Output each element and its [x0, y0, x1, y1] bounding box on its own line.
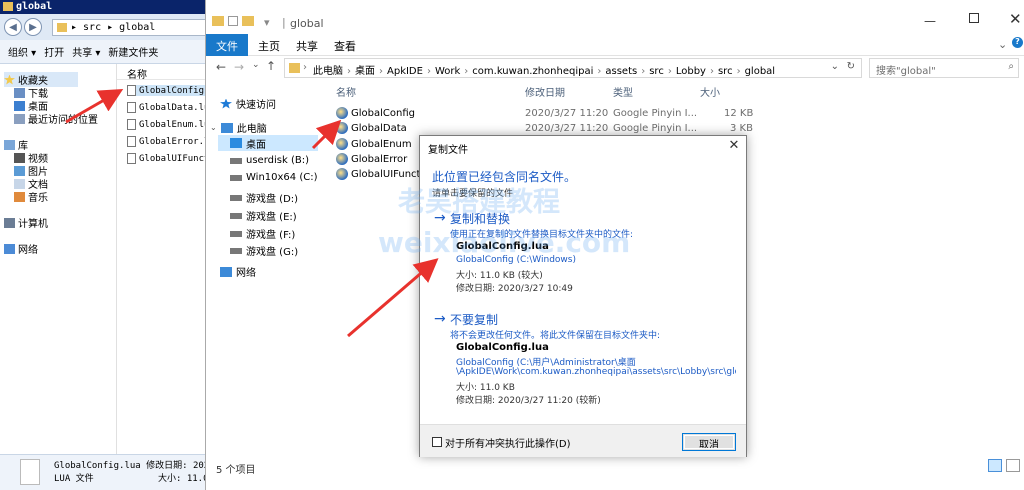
annotation-arrow	[347, 258, 439, 338]
annotation-arrow	[311, 119, 342, 150]
annotation-arrow	[65, 89, 124, 124]
annotation-overlay	[65, 89, 439, 338]
